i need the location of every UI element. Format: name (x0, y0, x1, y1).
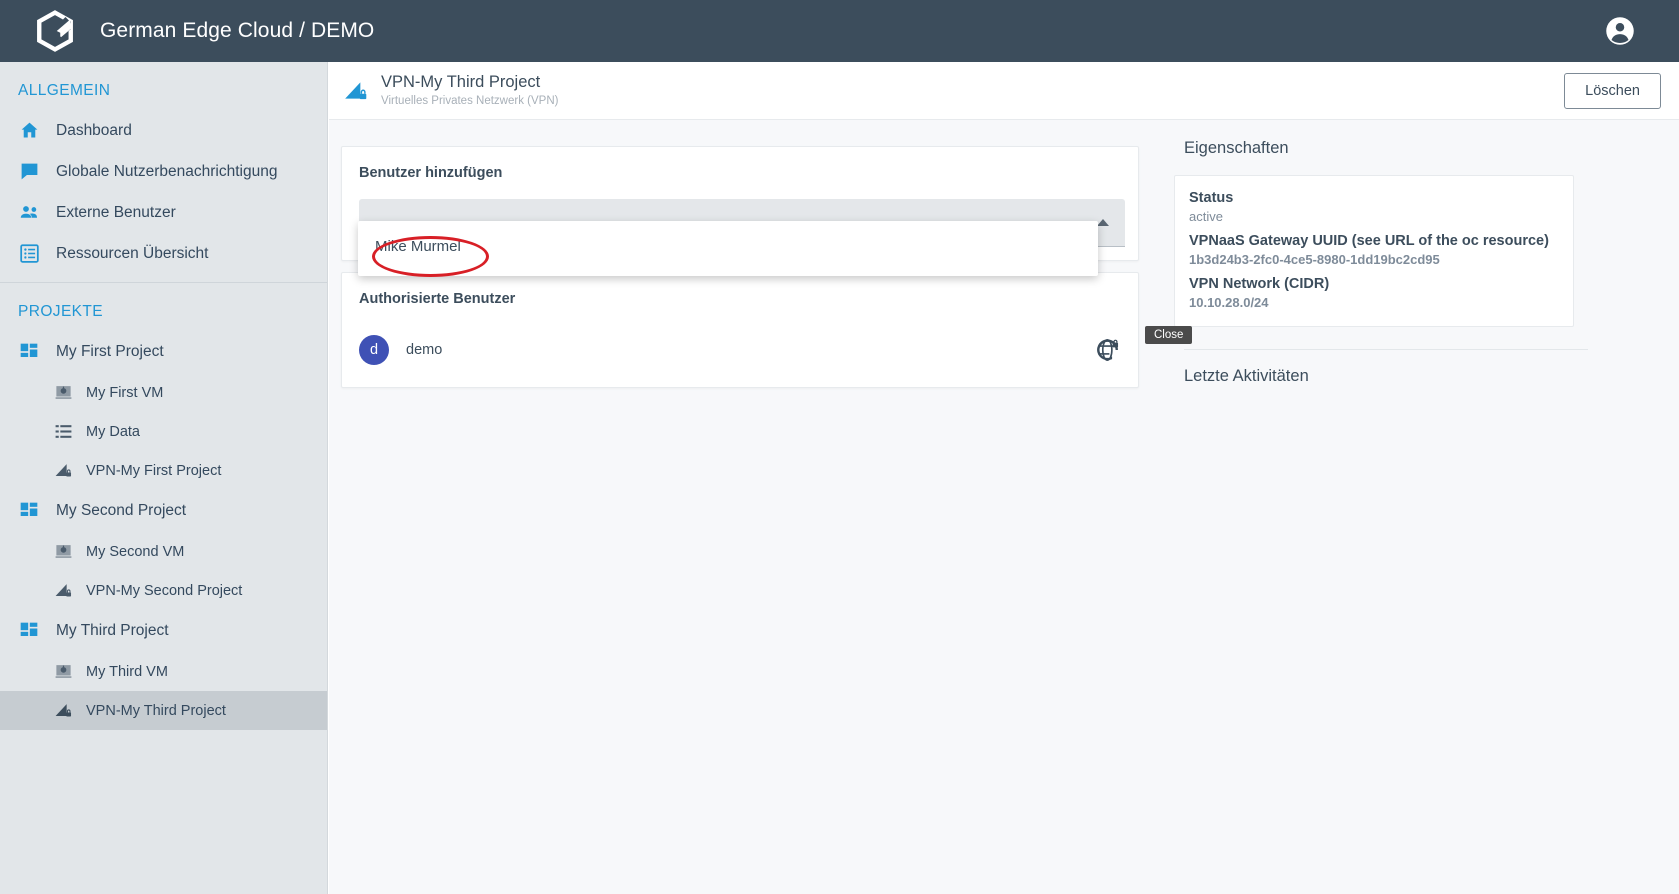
sidebar-item-label: My Third VM (86, 663, 168, 680)
delete-button[interactable]: Löschen (1564, 72, 1661, 109)
sidebar-item-label: Ressourcen Übersicht (56, 244, 209, 262)
sidebar-item-vpn-my-second-project[interactable]: VPN-My Second Project (0, 571, 327, 610)
property-value-gateway-uuid: 1b3d24b3-2fc0-4ce5-8980-1dd19bc2cd95 (1189, 252, 1440, 267)
sidebar-item-label: Globale Nutzerbenachrichtigung (56, 162, 278, 180)
top-bar: German Edge Cloud / DEMO (0, 0, 1679, 62)
sidebar-section-allgemein-title: ALLGEMEIN (18, 82, 111, 99)
table-row[interactable]: d demo (342, 319, 1138, 381)
chat-bubble-icon (18, 161, 40, 183)
sidebar-item-externe-benutzer[interactable]: Externe Benutzer (0, 192, 327, 233)
sidebar-item-label: VPN-My Second Project (86, 582, 243, 599)
properties-card: Status active VPNaaS Gateway UUID (see U… (1174, 175, 1574, 327)
user-select-dropdown[interactable]: Mike Murmel (358, 221, 1098, 276)
sidebar-project-my-first-project[interactable]: My First Project (0, 331, 327, 373)
storage-list-icon (54, 422, 73, 441)
property-value-vpn-network: 10.10.28.0/24 (1189, 295, 1269, 310)
vpn-lock-icon (54, 581, 73, 600)
sidebar-item-vpn-my-third-project[interactable]: VPN-My Third Project (0, 691, 327, 730)
avatar: d (359, 335, 389, 365)
sidebar-item-vpn-my-first-project[interactable]: VPN-My First Project (0, 451, 327, 490)
sidebar-item-ressourcen-uebersicht[interactable]: Ressourcen Übersicht (0, 233, 327, 274)
property-key-vpn-network: VPN Network (CIDR) (1189, 276, 1330, 292)
authorized-users-card: Authorisierte Benutzer d demo (341, 272, 1139, 388)
vpn-lock-icon (54, 701, 73, 720)
close-tooltip: Close (1145, 326, 1193, 344)
recent-activities-title: Letzte Aktivitäten (1184, 367, 1309, 385)
vpn-lock-icon (54, 461, 73, 480)
vm-icon (54, 542, 73, 561)
sidebar: ALLGEMEIN Dashboard Globale Nutzerbenach… (0, 62, 328, 894)
add-user-label: Benutzer hinzufügen (359, 165, 503, 181)
sidebar-project-my-second-project[interactable]: My Second Project (0, 490, 327, 532)
vm-icon (54, 383, 73, 402)
properties-title: Eigenschaften (1184, 139, 1289, 157)
sidebar-item-label: Externe Benutzer (56, 203, 176, 221)
sidebar-project-label: My Third Project (56, 622, 169, 639)
page-title: VPN-My Third Project (381, 72, 541, 91)
sidebar-project-label: My Second Project (56, 502, 187, 519)
property-key-status: Status (1189, 190, 1234, 206)
page-header: VPN-My Third Project Virtuelles Privates… (329, 62, 1679, 120)
chevron-up-icon[interactable] (1097, 219, 1109, 226)
sidebar-section-projekte-title: PROJEKTE (18, 303, 104, 320)
app-title: German Edge Cloud / DEMO (100, 19, 375, 42)
dashboard-grid-icon (18, 500, 40, 522)
dashboard-grid-icon (18, 341, 40, 363)
sidebar-item-my-first-vm[interactable]: My First VM (0, 373, 327, 412)
sidebar-item-label: VPN-My First Project (86, 462, 222, 479)
sidebar-item-label: My Data (86, 423, 140, 440)
gec-hexagon-logo-icon (34, 10, 76, 52)
people-icon (18, 202, 40, 224)
sidebar-item-globale-nutzerbenachrichtigung[interactable]: Globale Nutzerbenachrichtigung (0, 151, 327, 192)
vm-icon (54, 662, 73, 681)
home-icon (18, 120, 40, 142)
sidebar-item-dashboard[interactable]: Dashboard (0, 110, 327, 151)
sidebar-project-label: My First Project (56, 343, 164, 360)
vpn-lock-icon (343, 78, 369, 104)
sidebar-item-label: My Second VM (86, 543, 185, 560)
sidebar-item-my-second-vm[interactable]: My Second VM (0, 532, 327, 571)
property-key-gateway-uuid: VPNaaS Gateway UUID (see URL of the oc r… (1189, 233, 1549, 249)
sidebar-item-label: Dashboard (56, 121, 132, 139)
sidebar-item-my-third-vm[interactable]: My Third VM (0, 652, 327, 691)
page-header-text: VPN-My Third Project Virtuelles Privates… (381, 72, 558, 109)
user-name: demo (406, 342, 443, 358)
sidebar-item-my-data[interactable]: My Data (0, 412, 327, 451)
globe-lock-icon[interactable] (1094, 337, 1120, 363)
property-value-status: active (1189, 209, 1223, 224)
page-subtitle: Virtuelles Privates Netzwerk (VPN) (381, 94, 559, 107)
dropdown-option-mike-murmel[interactable]: Mike Murmel (358, 221, 1098, 255)
main-content: VPN-My Third Project Virtuelles Privates… (329, 62, 1679, 894)
properties-panel: Eigenschaften Status active VPNaaS Gatew… (1174, 130, 1594, 386)
authorized-users-label: Authorisierte Benutzer (359, 291, 516, 307)
sidebar-project-my-third-project[interactable]: My Third Project (0, 610, 327, 652)
account-circle-icon[interactable] (1605, 16, 1635, 46)
content-area: Benutzer hinzufügen Mike Murmel Authoris… (329, 120, 1679, 894)
dashboard-grid-icon (18, 620, 40, 642)
list-box-icon (18, 243, 40, 265)
sidebar-item-label: VPN-My Third Project (86, 702, 226, 719)
sidebar-item-label: My First VM (86, 384, 164, 401)
